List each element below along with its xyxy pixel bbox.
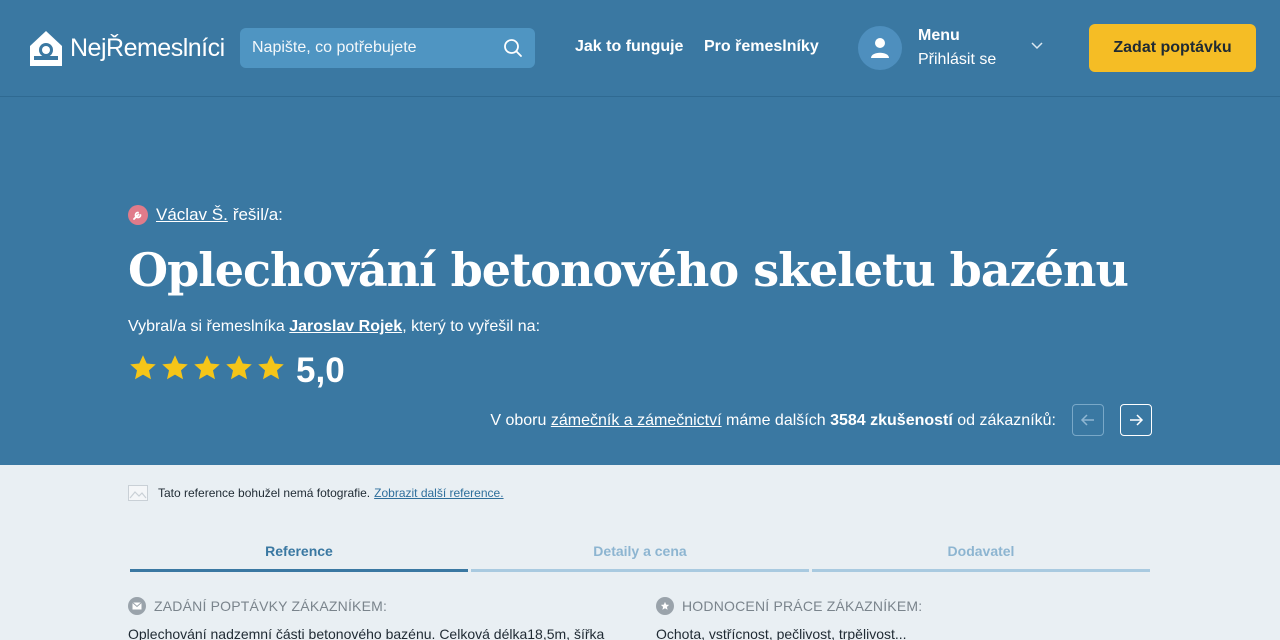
request-heading-text: ZADÁNÍ POPTÁVKY ZÁKAZNÍKEM: bbox=[154, 598, 388, 614]
more-references-link[interactable]: Zobrazit další reference. bbox=[374, 486, 503, 500]
arrow-left-icon bbox=[1080, 414, 1094, 426]
image-placeholder-icon bbox=[128, 485, 148, 501]
request-section-heading: ZADÁNÍ POPTÁVKY ZÁKAZNÍKEM: bbox=[128, 597, 387, 615]
chose-prefix: Vybral/a si řemeslníka bbox=[128, 318, 285, 335]
experience-count: 3584 zkušeností bbox=[830, 412, 953, 429]
more-middle: máme dalších bbox=[726, 412, 826, 429]
tabs: Reference Detaily a cena Dodavatel bbox=[128, 538, 1152, 574]
hero-section: Václav Š. řešil/a: Oplechování betonovéh… bbox=[0, 97, 1280, 465]
more-prefix: V oboru bbox=[490, 412, 547, 429]
rating-stars bbox=[128, 353, 286, 383]
rating-value: 5,0 bbox=[296, 351, 345, 390]
tab-supplier[interactable]: Dodavatel bbox=[812, 538, 1150, 572]
craftsman-name-link[interactable]: Jaroslav Rojek bbox=[289, 318, 402, 335]
field-link[interactable]: zámečník a zámečnictví bbox=[551, 412, 722, 429]
submit-request-button[interactable]: Zadat poptávku bbox=[1089, 24, 1256, 72]
wrench-icon bbox=[128, 205, 148, 225]
tab-details-price[interactable]: Detaily a cena bbox=[471, 538, 809, 572]
more-experiences-line: V oboru zámečník a zámečnictví máme dalš… bbox=[490, 412, 1056, 430]
tab-reference[interactable]: Reference bbox=[130, 538, 468, 572]
chose-suffix: , který to vyřešil na: bbox=[402, 318, 541, 335]
rating-heading-text: HODNOCENÍ PRÁCE ZÁKAZNÍKEM: bbox=[682, 598, 923, 614]
star-icon bbox=[162, 355, 188, 380]
more-suffix: od zákazníků: bbox=[957, 412, 1056, 429]
page-title: Oplechování betonového skeletu bazénu bbox=[128, 243, 1129, 297]
login-link[interactable]: Přihlásit se bbox=[918, 51, 996, 69]
star-circle-icon bbox=[656, 597, 674, 615]
star-icon bbox=[226, 355, 252, 380]
chevron-down-icon[interactable] bbox=[1031, 42, 1043, 50]
logo-house-icon bbox=[30, 31, 62, 66]
previous-button[interactable] bbox=[1072, 404, 1104, 436]
logo-text: NejŘemeslníci bbox=[70, 33, 225, 62]
request-description: Oplechování nadzemní části betonového ba… bbox=[128, 626, 605, 640]
search-icon[interactable] bbox=[503, 38, 523, 58]
rating-description: Ochota, vstřícnost, pečlivost, trpělivos… bbox=[656, 626, 907, 640]
arrow-right-icon bbox=[1130, 414, 1144, 426]
menu-title[interactable]: Menu bbox=[918, 27, 960, 45]
solver-suffix: řešil/a: bbox=[232, 205, 283, 224]
nav-how-it-works[interactable]: Jak to funguje bbox=[575, 38, 683, 56]
next-button[interactable] bbox=[1120, 404, 1152, 436]
top-navigation-bar: NejŘemeslníci Jak to funguje Pro řemesln… bbox=[0, 0, 1280, 97]
search-input[interactable] bbox=[240, 28, 535, 68]
star-icon bbox=[130, 355, 156, 380]
no-photo-notice: Tato reference bohužel nemá fotografie. … bbox=[128, 485, 504, 501]
nav-for-craftsmen[interactable]: Pro řemeslníky bbox=[704, 38, 819, 56]
user-icon bbox=[871, 38, 889, 58]
solver-line: Václav Š. řešil/a: bbox=[128, 205, 283, 225]
user-avatar[interactable] bbox=[858, 26, 902, 70]
solver-name-link[interactable]: Václav Š. bbox=[156, 205, 228, 225]
star-icon bbox=[194, 355, 220, 380]
no-photo-text: Tato reference bohužel nemá fotografie. bbox=[158, 486, 371, 500]
search-box bbox=[240, 28, 535, 68]
chosen-craftsman-line: Vybral/a si řemeslníka Jaroslav Rojek, k… bbox=[128, 318, 540, 336]
rating-section-heading: HODNOCENÍ PRÁCE ZÁKAZNÍKEM: bbox=[656, 597, 922, 615]
logo-link[interactable]: NejŘemeslníci bbox=[26, 26, 225, 70]
envelope-icon bbox=[128, 597, 146, 615]
star-icon bbox=[258, 355, 284, 380]
